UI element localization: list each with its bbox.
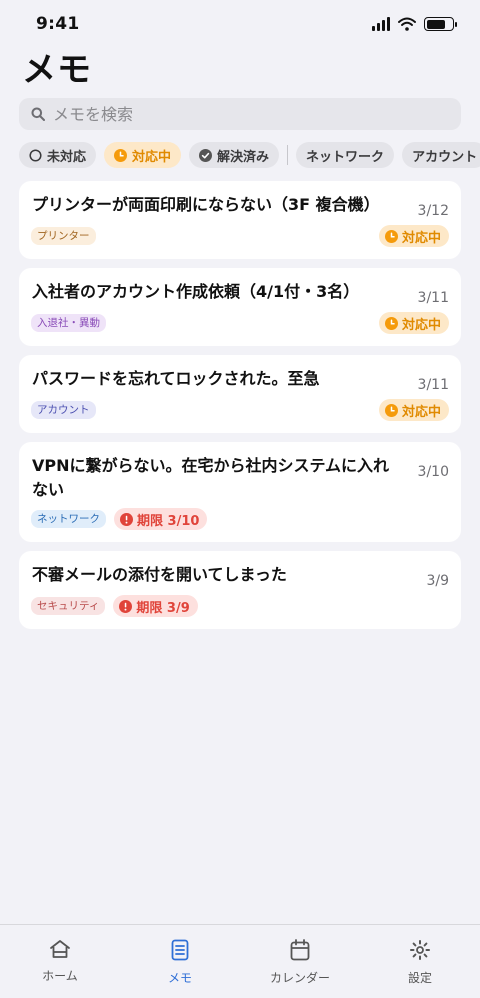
clock-icon: [384, 403, 398, 417]
memo-card[interactable]: VPNに繋がらない。在宅から社内システムに入れない 3/10 ネットワーク 期限…: [19, 442, 461, 542]
search-input[interactable]: [53, 104, 449, 124]
memo-card[interactable]: プリンターが両面印刷にならない（3F 複合機） 3/12 プリンター 対応中: [19, 181, 461, 259]
deadline-badge-label: 期限 3/9: [136, 600, 190, 616]
tab-label: ホーム: [42, 969, 78, 983]
filter-chip-in-progress[interactable]: 対応中: [104, 142, 182, 168]
search-bar[interactable]: [19, 98, 461, 130]
tab-home[interactable]: ホーム: [0, 925, 120, 998]
memo-card[interactable]: 入社者のアカウント作成依頼（4/1付・3名） 3/11 入退社・異動 対応中: [19, 268, 461, 346]
circle-outline-icon: [29, 148, 42, 162]
gear-icon: [410, 940, 430, 960]
deadline-badge: 期限 3/9: [113, 595, 198, 617]
status-badge: 対応中: [378, 312, 449, 334]
filter-divider: [287, 145, 289, 165]
category-tag: ネットワーク: [31, 510, 106, 528]
status-time: 9:41: [36, 14, 80, 34]
tab-memo[interactable]: メモ: [120, 925, 240, 998]
calendar-icon: [290, 939, 310, 961]
check-circle-icon: [199, 148, 213, 162]
filter-chip-label: アカウント: [412, 149, 478, 165]
tab-calendar[interactable]: カレンダー: [240, 925, 360, 998]
alert-icon: [119, 599, 133, 613]
cellular-signal-icon: [372, 17, 390, 31]
status-badge: 対応中: [378, 225, 449, 247]
memo-icon: [171, 939, 189, 961]
filter-chip-label: ネットワーク: [306, 149, 385, 165]
memo-date: 3/9: [426, 573, 449, 589]
filter-chip-resolved[interactable]: 解決済み: [189, 142, 280, 168]
tab-bar: ホーム メモ カレンダー 設定: [0, 924, 480, 998]
clock-icon: [384, 229, 398, 243]
memo-title: 不審メールの添付を開いてしまった: [32, 565, 287, 584]
filter-chip-label: 対応中: [132, 149, 172, 165]
tab-settings[interactable]: 設定: [360, 925, 480, 998]
memo-card[interactable]: パスワードを忘れてロックされた。至急 3/11 アカウント 対応中: [19, 355, 461, 433]
memo-date: 3/11: [417, 377, 449, 393]
category-tag: 入退社・異動: [31, 314, 106, 332]
memo-card[interactable]: 不審メールの添付を開いてしまった 3/9 セキュリティ 期限 3/9: [19, 551, 461, 629]
filter-chip-unhandled[interactable]: 未対応: [19, 142, 97, 168]
tab-label: 設定: [407, 971, 432, 985]
memo-date: 3/11: [417, 290, 449, 306]
tab-label: メモ: [167, 971, 192, 985]
memo-date: 3/10: [417, 464, 449, 480]
filter-chip-label: 解決済み: [217, 149, 270, 165]
status-badge-label: 対応中: [401, 230, 441, 246]
search-icon: [31, 107, 45, 121]
tab-label: カレンダー: [269, 971, 330, 985]
memo-title: 入社者のアカウント作成依頼（4/1付・3名）: [32, 282, 360, 301]
clock-icon: [384, 316, 398, 330]
memo-title: プリンターが両面印刷にならない（3F 複合機）: [32, 195, 380, 214]
filter-chip-label: 未対応: [47, 149, 87, 165]
status-bar: 9:41: [0, 0, 480, 48]
status-badge: 対応中: [378, 399, 449, 421]
clock-icon: [114, 148, 128, 162]
battery-icon: [424, 17, 457, 31]
deadline-badge-label: 期限 3/10: [137, 513, 200, 529]
filter-chips: 未対応 対応中 解決済み ネットワーク アカウント: [0, 142, 480, 168]
memo-list: プリンターが両面印刷にならない（3F 複合機） 3/12 プリンター 対応中 入…: [0, 168, 480, 629]
category-tag: アカウント: [31, 401, 96, 419]
page-title: メモ: [22, 50, 92, 90]
category-tag: プリンター: [31, 227, 96, 245]
memo-title: VPNに繋がらない。在宅から社内システムに入れない: [32, 456, 390, 499]
wifi-icon: [398, 17, 416, 31]
status-badge-label: 対応中: [401, 404, 441, 420]
status-badge-label: 対応中: [401, 317, 441, 333]
filter-chip-account[interactable]: アカウント: [402, 142, 480, 168]
memo-date: 3/12: [417, 203, 449, 219]
filter-chip-network[interactable]: ネットワーク: [296, 142, 395, 168]
home-icon: [50, 940, 70, 958]
status-icons: [372, 17, 457, 31]
deadline-badge: 期限 3/10: [114, 508, 208, 530]
memo-title: パスワードを忘れてロックされた。至急: [32, 369, 320, 388]
alert-icon: [120, 512, 133, 526]
category-tag: セキュリティ: [31, 597, 106, 615]
